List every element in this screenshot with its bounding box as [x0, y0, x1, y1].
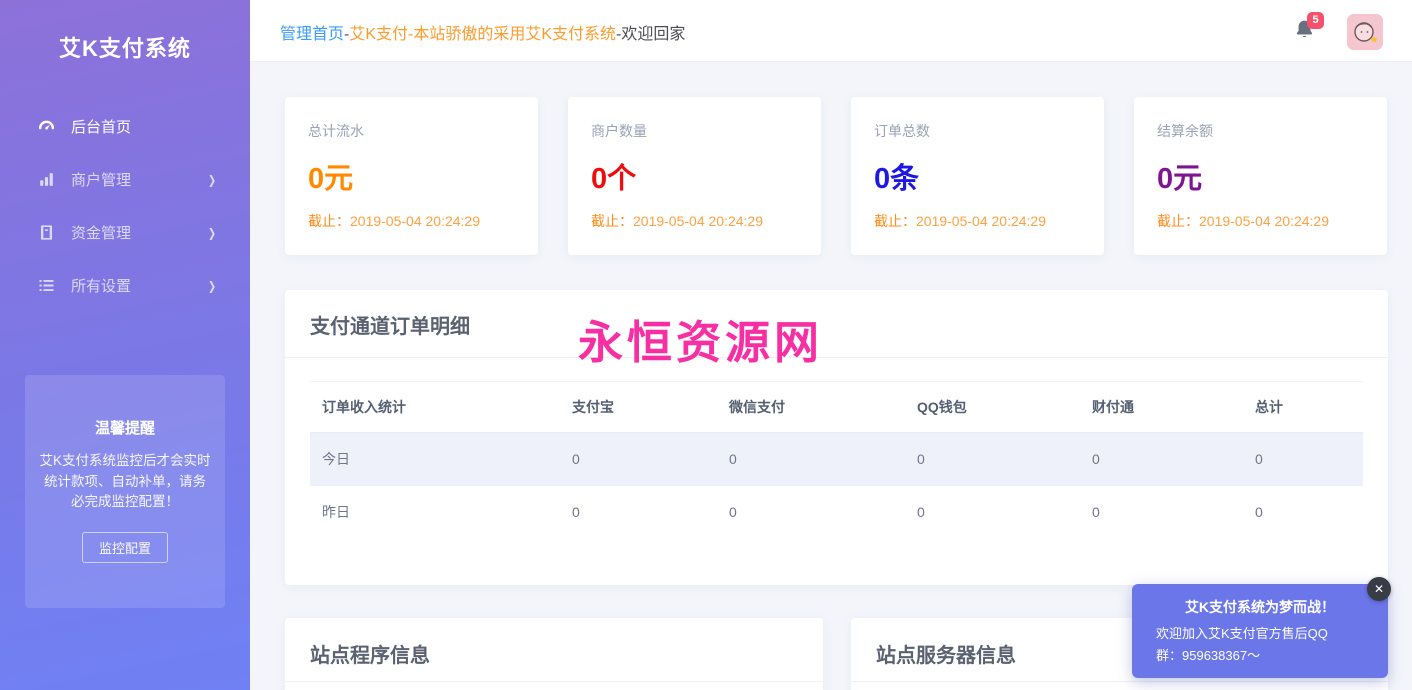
cutoff-label: 截止：: [591, 213, 633, 229]
stat-label: 总计流水: [308, 121, 364, 141]
sidebar: 艾K支付系统 后台首页 商户管理 ❯ 资金管理 ❯ 所有设置: [0, 0, 250, 690]
stat-value: 0元: [1157, 155, 1202, 197]
cutoff-label: 截止：: [1157, 213, 1199, 229]
stat-label: 订单总数: [874, 121, 930, 141]
monitor-config-button[interactable]: 监控配置: [82, 532, 168, 563]
chevron-right-icon: ❯: [208, 226, 216, 240]
stat-footer: 截止：2019-05-04 20:24:29: [591, 211, 763, 231]
cutoff-time: 2019-05-04 20:24:29: [633, 213, 763, 229]
stat-footer: 截止：2019-05-04 20:24:29: [874, 211, 1046, 231]
cell-value: 0: [905, 433, 1080, 486]
sidebar-item-label: 后台首页: [71, 116, 131, 137]
sidebar-item-settings[interactable]: 所有设置 ❯: [0, 259, 250, 312]
cell-value: 0: [905, 486, 1080, 539]
stat-value: 0个: [591, 155, 636, 197]
cutoff-time: 2019-05-04 20:24:29: [916, 213, 1046, 229]
stat-footer: 截止：2019-05-04 20:24:29: [308, 211, 480, 231]
notification-count-badge: 5: [1307, 12, 1324, 29]
row-label: 昨日: [310, 486, 560, 539]
divider: [851, 681, 1388, 682]
close-icon[interactable]: ✕: [1367, 577, 1391, 601]
toast-title: 艾K支付系统为梦而战！: [1132, 597, 1388, 617]
col-header: 微信支付: [717, 382, 905, 433]
col-header: 订单收入统计: [310, 382, 560, 433]
cell-value: 0: [1080, 486, 1243, 539]
site-program-info-title: 站点程序信息: [310, 639, 430, 668]
qq-group-toast: 艾K支付系统为梦而战！ 欢迎加入艾K支付官方售后QQ 群：959638367～: [1132, 584, 1388, 678]
cutoff-time: 2019-05-04 20:24:29: [1199, 213, 1329, 229]
document-icon: [37, 223, 56, 242]
divider: [285, 357, 1388, 358]
stat-value: 0条: [874, 155, 919, 197]
col-header: QQ钱包: [905, 382, 1080, 433]
cell-value: 0: [1080, 433, 1243, 486]
breadcrumb-home-link[interactable]: 管理首页: [280, 26, 344, 43]
cell-value: 0: [1243, 486, 1363, 539]
payment-channel-orders-card: 支付通道订单明细 订单收入统计 支付宝 微信支付 QQ钱包 财付通 总计 今日 …: [285, 290, 1388, 585]
sidebar-item-label: 商户管理: [71, 169, 131, 190]
reminder-title: 温馨提醒: [25, 417, 225, 438]
toast-body-line2: 群：959638367～: [1156, 646, 1364, 665]
site-program-info-card: 站点程序信息: [285, 618, 823, 690]
bar-chart-icon: [37, 170, 56, 189]
cutoff-time: 2019-05-04 20:24:29: [350, 213, 480, 229]
chevron-right-icon: ❯: [208, 279, 216, 293]
col-header: 支付宝: [560, 382, 717, 433]
col-header: 总计: [1243, 382, 1363, 433]
list-icon: [37, 276, 56, 295]
cutoff-label: 截止：: [308, 213, 350, 229]
site-server-info-title: 站点服务器信息: [876, 639, 1016, 668]
sidebar-item-merchants[interactable]: 商户管理 ❯: [0, 153, 250, 206]
sidebar-item-funds[interactable]: 资金管理 ❯: [0, 206, 250, 259]
avatar-image: [1347, 14, 1383, 50]
stat-label: 商户数量: [591, 121, 647, 141]
dashboard-icon: [37, 117, 56, 136]
sidebar-item-dashboard[interactable]: 后台首页: [0, 100, 250, 153]
breadcrumb-welcome: -欢迎回家: [616, 26, 685, 43]
user-avatar[interactable]: [1347, 14, 1383, 50]
cell-value: 0: [717, 433, 905, 486]
cutoff-label: 截止：: [874, 213, 916, 229]
stat-footer: 截止：2019-05-04 20:24:29: [1157, 211, 1329, 231]
stat-card-merchant-count: 商户数量 0个 截止：2019-05-04 20:24:29: [568, 97, 821, 255]
app-title: 艾K支付系统: [0, 0, 250, 63]
cell-value: 0: [560, 433, 717, 486]
sidebar-item-label: 所有设置: [71, 275, 131, 296]
row-label: 今日: [310, 433, 560, 486]
reminder-body: 艾K支付系统监控后才会实时统计款项、自动补单，请务必完成监控配置！: [38, 451, 212, 513]
sidebar-item-label: 资金管理: [71, 222, 131, 243]
breadcrumb-site-name: 艾K支付-本站骄傲的采用艾K支付系统: [349, 26, 616, 43]
breadcrumb: 管理首页-艾K支付-本站骄傲的采用艾K支付系统-欢迎回家: [280, 20, 685, 44]
table-row-yesterday: 昨日 0 0 0 0 0: [310, 486, 1363, 539]
stat-card-settle-balance: 结算余额 0元 截止：2019-05-04 20:24:29: [1134, 97, 1387, 255]
cell-value: 0: [717, 486, 905, 539]
chevron-right-icon: ❯: [208, 173, 216, 187]
stat-value: 0元: [308, 155, 353, 197]
stat-label: 结算余额: [1157, 121, 1213, 141]
col-header: 财付通: [1080, 382, 1243, 433]
divider: [285, 681, 823, 682]
orders-section-title: 支付通道订单明细: [310, 310, 470, 339]
cell-value: 0: [1243, 433, 1363, 486]
reminder-panel: 温馨提醒 艾K支付系统监控后才会实时统计款项、自动补单，请务必完成监控配置！ 监…: [25, 375, 225, 608]
toast-body-line1: 欢迎加入艾K支付官方售后QQ: [1156, 624, 1364, 643]
stat-card-total-flow: 总计流水 0元 截止：2019-05-04 20:24:29: [285, 97, 538, 255]
notifications-button[interactable]: 5: [1293, 17, 1319, 47]
orders-table: 订单收入统计 支付宝 微信支付 QQ钱包 财付通 总计 今日 0 0 0 0 0: [310, 381, 1363, 539]
cell-value: 0: [560, 486, 717, 539]
table-row-today: 今日 0 0 0 0 0: [310, 433, 1363, 486]
sidebar-menu: 后台首页 商户管理 ❯ 资金管理 ❯ 所有设置 ❯: [0, 100, 250, 312]
orders-table-header-row: 订单收入统计 支付宝 微信支付 QQ钱包 财付通 总计: [310, 382, 1363, 433]
orders-table-wrap: 订单收入统计 支付宝 微信支付 QQ钱包 财付通 总计 今日 0 0 0 0 0: [310, 381, 1363, 539]
stat-card-order-total: 订单总数 0条 截止：2019-05-04 20:24:29: [851, 97, 1104, 255]
